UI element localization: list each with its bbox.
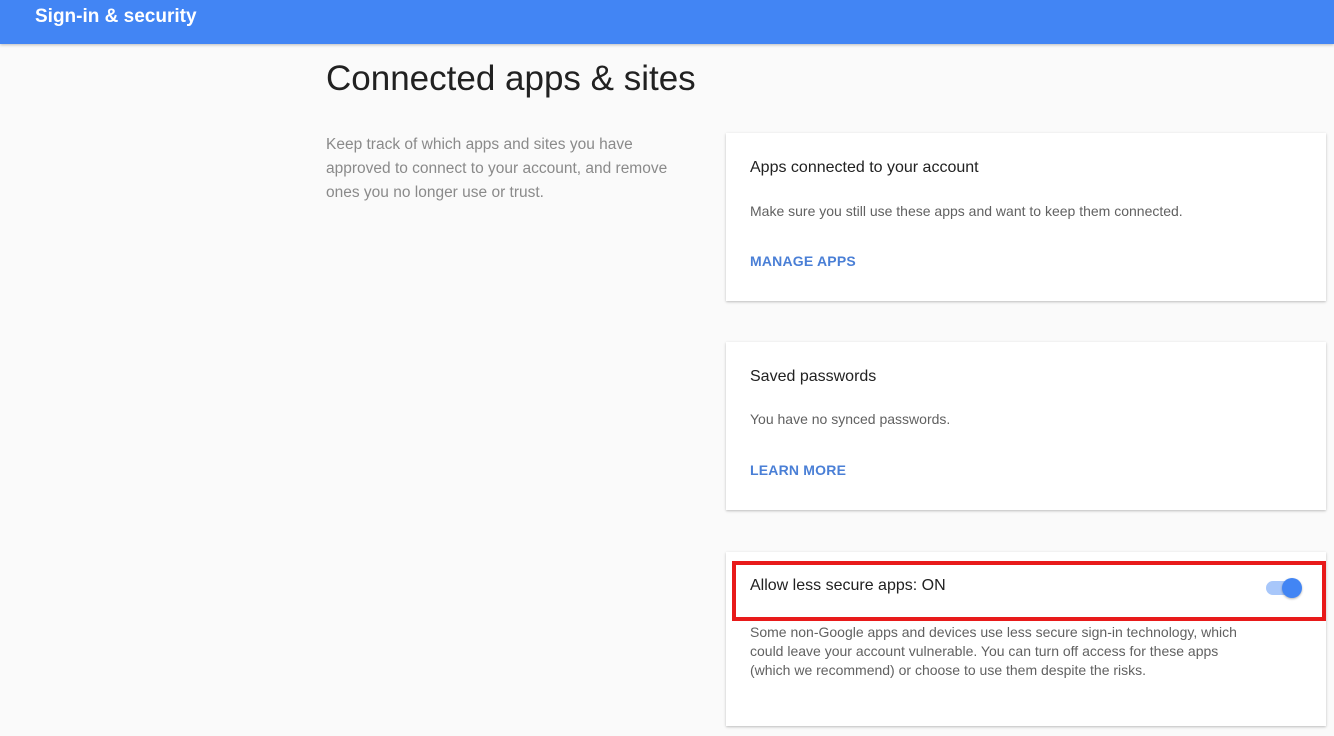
toggle-thumb <box>1282 578 1302 598</box>
less-secure-apps-label: Allow less secure apps: ON <box>750 577 946 594</box>
learn-more-link[interactable]: LEARN MORE <box>750 461 846 479</box>
saved-passwords-card: Saved passwords You have no synced passw… <box>726 342 1326 510</box>
card-description-line: Some non-Google apps and devices use les… <box>750 624 1237 640</box>
card-description-line: could leave your account vulnerable. You… <box>750 643 1219 659</box>
less-secure-apps-toggle[interactable] <box>1266 578 1302 598</box>
apps-connected-card: Apps connected to your account Make sure… <box>726 133 1326 301</box>
card-description: Make sure you still use these apps and w… <box>750 203 1183 219</box>
top-app-bar: Sign-in & security <box>0 0 1334 44</box>
page-title: Connected apps & sites <box>326 59 696 98</box>
card-description: You have no synced passwords. <box>750 411 951 427</box>
manage-apps-link[interactable]: MANAGE APPS <box>750 252 856 270</box>
card-title: Saved passwords <box>750 368 877 385</box>
app-bar-title: Sign-in & security <box>35 6 197 27</box>
card-title: Apps connected to your account <box>750 159 979 176</box>
card-description-line: (which we recommend) or choose to use th… <box>750 662 1147 678</box>
less-secure-apps-card: Allow less secure apps: ON Some non-Goog… <box>726 552 1326 726</box>
page-intro-text: Keep track of which apps and sites you h… <box>326 136 668 201</box>
